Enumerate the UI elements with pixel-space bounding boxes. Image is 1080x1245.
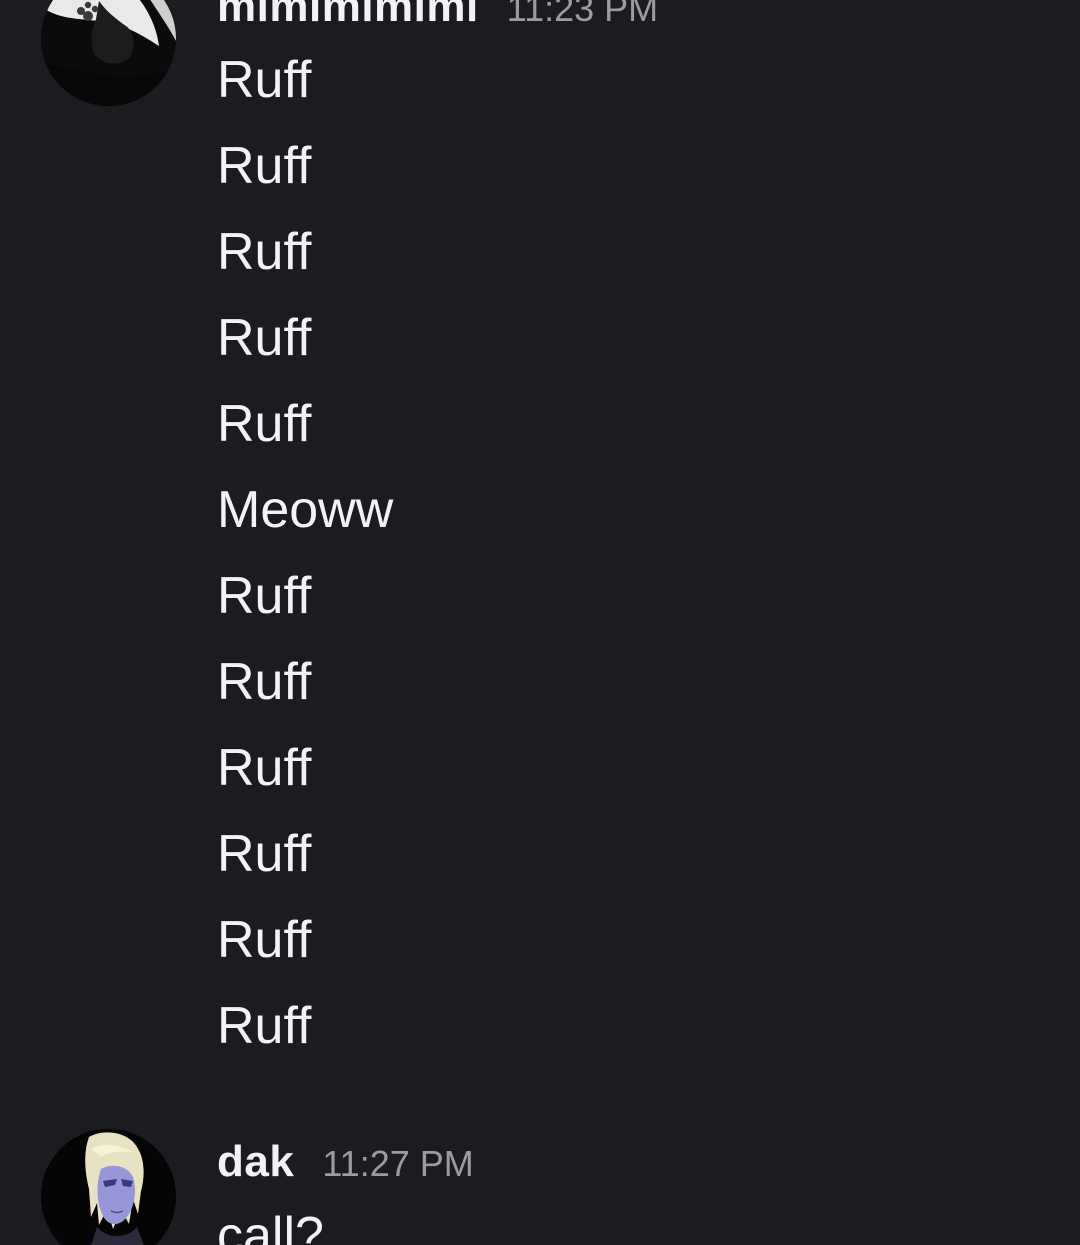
username[interactable]: mimimimimi — [217, 0, 479, 32]
message-text[interactable]: Ruff — [217, 738, 311, 798]
message-text[interactable]: Ruff — [217, 308, 311, 368]
message-text[interactable]: Ruff — [217, 222, 311, 282]
message-text[interactable]: Ruff — [217, 996, 311, 1056]
message-text[interactable]: call? — [217, 1206, 324, 1245]
timestamp: 11:23 PM — [506, 0, 659, 29]
username[interactable]: dak — [217, 1137, 294, 1187]
avatar[interactable] — [41, 1129, 176, 1245]
message-text[interactable]: Ruff — [217, 50, 311, 110]
message-header: mimimimimi 11:23 PM — [217, 0, 658, 32]
timestamp: 11:27 PM — [322, 1143, 474, 1184]
message-text[interactable]: Ruff — [217, 394, 311, 454]
message-text[interactable]: Ruff — [217, 566, 311, 626]
chat-message-list[interactable]: mimimimimi 11:23 PM Ruff Ruff Ruff Ruff … — [0, 0, 1080, 1245]
message-header: dak 11:27 PM — [217, 1137, 474, 1187]
message-text[interactable]: Ruff — [217, 910, 311, 970]
avatar[interactable] — [41, 0, 176, 106]
cat-paw-avatar-icon — [41, 0, 176, 106]
message-text[interactable]: Ruff — [217, 824, 311, 884]
message-text[interactable]: Ruff — [217, 136, 311, 196]
anime-character-avatar-icon — [41, 1129, 176, 1245]
message-text[interactable]: Ruff — [217, 652, 311, 712]
message-text[interactable]: Meoww — [217, 480, 393, 540]
